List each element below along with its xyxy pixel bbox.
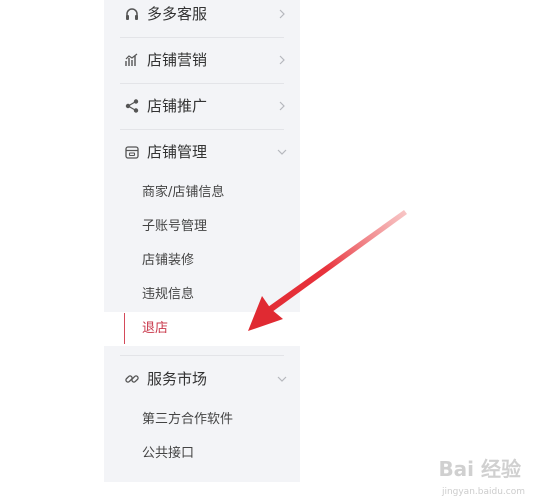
- submenu-item-store-decoration[interactable]: 店铺装修: [104, 244, 300, 278]
- watermark-logo: Bai 经验: [438, 457, 521, 481]
- chevron-right-icon: [276, 54, 288, 66]
- chevron-right-icon: [276, 8, 288, 20]
- menu-section-store-marketing[interactable]: 店铺营销: [104, 37, 300, 83]
- submenu-item-label: 违规信息: [142, 287, 195, 302]
- submenu-item-violations[interactable]: 违规信息: [104, 278, 300, 312]
- menu-section-customer-service[interactable]: 多多客服: [104, 0, 300, 37]
- submenu-item-label: 公共接口: [142, 446, 195, 461]
- submenu-item-sub-accounts[interactable]: 子账号管理: [104, 210, 300, 244]
- submenu-item-label: 店铺装修: [142, 253, 195, 268]
- link-icon: [124, 371, 140, 387]
- bar-chart-icon: [124, 52, 140, 68]
- active-indicator: [124, 313, 125, 344]
- menu-section-label: 店铺推广: [147, 97, 208, 115]
- submenu-item-merchant-store-info[interactable]: 商家/店铺信息: [104, 176, 300, 210]
- store-icon: [124, 144, 140, 160]
- chevron-down-icon: [276, 146, 288, 158]
- chevron-right-icon: [276, 100, 288, 112]
- page: 多多客服 店铺营销 店铺推广 店铺管理 商家/店铺信息 子账号管理 店铺装修 违…: [0, 0, 537, 500]
- watermark: Bai 经验 jingyan.baidu.com: [411, 453, 531, 497]
- submenu-item-label: 第三方合作软件: [142, 412, 234, 427]
- menu-section-label: 店铺营销: [147, 51, 208, 69]
- menu-section-label: 店铺管理: [147, 143, 208, 161]
- submenu-item-label: 子账号管理: [142, 219, 208, 234]
- submenu-item-public-api[interactable]: 公共接口: [104, 437, 300, 471]
- share-icon: [124, 98, 140, 114]
- submenu-item-label: 退店: [142, 321, 169, 336]
- watermark-url: jingyan.baidu.com: [441, 487, 525, 497]
- submenu-item-third-party-software[interactable]: 第三方合作软件: [104, 403, 300, 437]
- menu-section-service-market[interactable]: 服务市场: [104, 356, 300, 402]
- menu-section-store-promotion[interactable]: 店铺推广: [104, 83, 300, 129]
- menu-section-store-management[interactable]: 店铺管理: [104, 129, 300, 175]
- chevron-down-icon: [276, 373, 288, 385]
- headset-icon: [124, 6, 140, 22]
- menu-section-label: 多多客服: [147, 5, 208, 23]
- menu-section-label: 服务市场: [147, 370, 208, 388]
- submenu-item-label: 商家/店铺信息: [142, 185, 225, 200]
- submenu-item-close-store[interactable]: 退店: [104, 312, 300, 346]
- sidebar-menu: 多多客服 店铺营销 店铺推广 店铺管理 商家/店铺信息 子账号管理 店铺装修 违…: [104, 0, 300, 482]
